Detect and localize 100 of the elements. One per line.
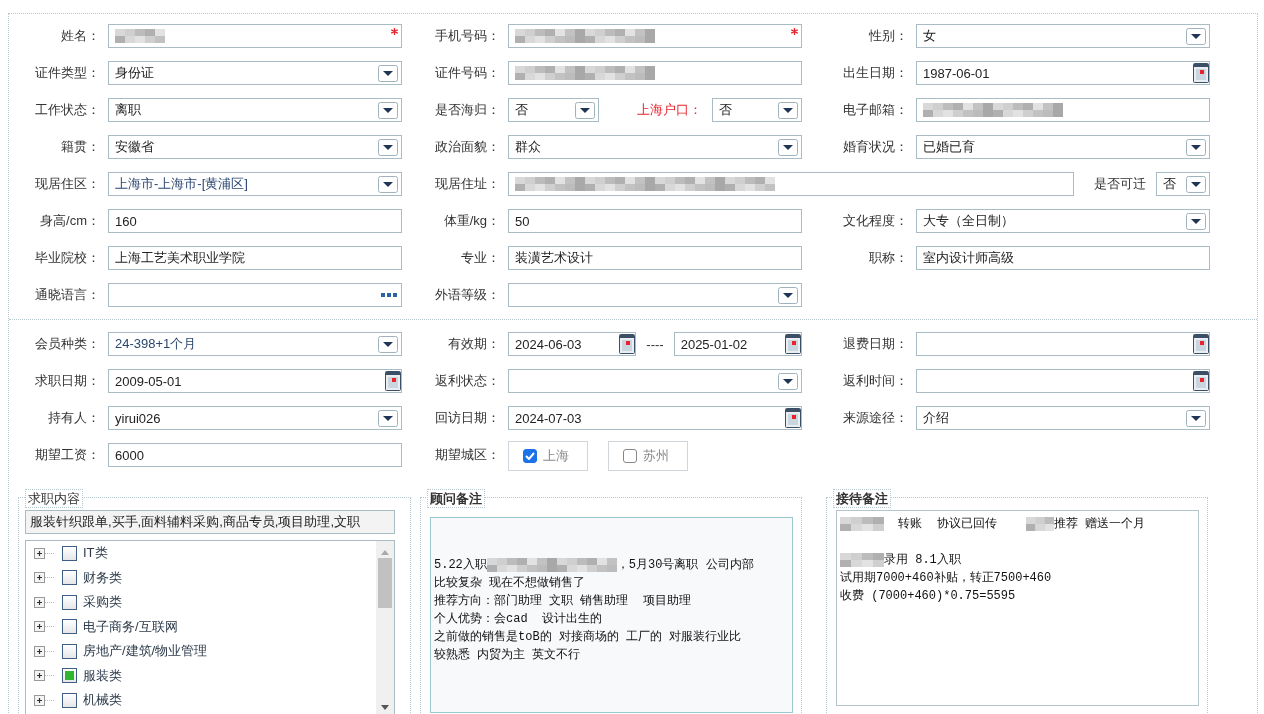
select-field[interactable]: [508, 369, 802, 393]
select-field[interactable]: 群众: [508, 135, 802, 159]
notes-box[interactable]: 转账 协议已回传 推荐 赠送一个月 录用 8.1入职 试用期7000+460补贴，转正7500+460 收费 (7000+460)*0.75=5595: [836, 510, 1199, 706]
dropdown-icon[interactable]: [778, 286, 798, 304]
calendar-icon[interactable]: [619, 334, 636, 354]
expand-icon[interactable]: [34, 547, 56, 559]
expand-icon[interactable]: [34, 694, 56, 706]
checkbox[interactable]: [623, 449, 637, 463]
text-field[interactable]: 6000: [108, 443, 402, 467]
checkbox[interactable]: [62, 643, 77, 659]
text-field[interactable]: 服装针织跟单,买手,面料辅料采购,商品专员,项目助理,文职: [25, 510, 395, 534]
lookup-field[interactable]: [108, 283, 402, 307]
date-field[interactable]: 2024-07-03: [508, 406, 802, 430]
date-field[interactable]: [916, 369, 1210, 393]
calendar-icon[interactable]: [1193, 63, 1209, 83]
calendar-icon[interactable]: [785, 408, 801, 428]
checkbox[interactable]: [62, 668, 77, 684]
tree-item[interactable]: 机械类: [83, 691, 122, 710]
panel-title: 顾问备注: [427, 489, 485, 508]
select-field[interactable]: 上海市-上海市-[黄浦区]: [108, 172, 402, 196]
select-field[interactable]: 否: [1156, 172, 1210, 196]
field-label: 电子邮箱：: [843, 101, 909, 119]
text-field[interactable]: 室内设计师高级: [916, 246, 1210, 270]
select-field[interactable]: 否: [508, 98, 599, 122]
expand-icon[interactable]: [34, 621, 56, 633]
dropdown-icon[interactable]: [778, 101, 798, 119]
dropdown-icon[interactable]: [1186, 138, 1206, 156]
tree-item[interactable]: 电子商务/互联网: [83, 617, 178, 636]
dropdown-icon[interactable]: [1186, 409, 1206, 427]
dropdown-icon[interactable]: [378, 175, 398, 193]
text-field[interactable]: 50: [508, 209, 802, 233]
text-field[interactable]: [508, 172, 1074, 196]
select-field[interactable]: yirui026: [108, 406, 402, 430]
city-option[interactable]: 苏州: [608, 441, 688, 471]
field-label: 证件类型：: [35, 64, 101, 82]
text-field[interactable]: [508, 24, 802, 48]
range-separator: ----: [646, 336, 664, 352]
select-field[interactable]: 离职: [108, 98, 402, 122]
notes-box[interactable]: 5.22入职 ，5月30号离职 公司内部 比较复杂 现在不想做销售了 推荐方向：部门助理 文职 销售助理 项目助理 个人优势：会cad 设计出生的 之前做的销售是toB的 对接商场的 工厂的 对服装行业比 较熟悉 内贸为主 英文不行: [430, 517, 793, 713]
tree-item[interactable]: 房地产/建筑/物业管理: [83, 642, 208, 661]
date-field[interactable]: [916, 332, 1210, 356]
date-field[interactable]: 2025-01-02: [673, 332, 802, 356]
field-label: 姓名：: [61, 27, 101, 45]
field-label: 婚育状况：: [843, 138, 909, 156]
city-option[interactable]: 上海: [508, 441, 588, 471]
select-field[interactable]: [508, 283, 802, 307]
date-field[interactable]: 2009-05-01: [108, 369, 402, 393]
redacted-text: [840, 553, 884, 567]
expand-icon[interactable]: [34, 670, 56, 682]
checkbox[interactable]: [62, 570, 77, 586]
dropdown-icon[interactable]: [378, 409, 398, 427]
tree-item[interactable]: 财务类: [83, 568, 122, 587]
select-field[interactable]: 介绍: [916, 406, 1210, 430]
expand-icon[interactable]: [34, 645, 56, 657]
select-field[interactable]: 女: [916, 24, 1210, 48]
calendar-icon[interactable]: [785, 334, 801, 354]
date-field[interactable]: 2024-06-03: [508, 332, 637, 356]
select-field[interactable]: 大专（全日制）: [916, 209, 1210, 233]
more-icon[interactable]: [380, 292, 398, 298]
date-field[interactable]: 1987-06-01: [916, 61, 1210, 85]
select-field[interactable]: 安徽省: [108, 135, 402, 159]
checkbox[interactable]: [62, 594, 77, 610]
dropdown-icon[interactable]: [1186, 175, 1206, 193]
expand-icon[interactable]: [34, 596, 56, 608]
field-label: 求职日期：: [35, 372, 101, 390]
dropdown-icon[interactable]: [574, 101, 595, 119]
dropdown-icon[interactable]: [378, 138, 398, 156]
dropdown-icon[interactable]: [778, 138, 798, 156]
text-field[interactable]: 160: [108, 209, 402, 233]
dropdown-icon[interactable]: [1186, 212, 1206, 230]
field-label: 身高/cm：: [40, 212, 101, 230]
dropdown-icon[interactable]: [1186, 27, 1206, 45]
dropdown-icon[interactable]: [378, 101, 398, 119]
field-label: 工作状态：: [35, 101, 101, 119]
text-field[interactable]: [508, 61, 802, 85]
tree-item[interactable]: 服装类: [83, 666, 122, 685]
dropdown-icon[interactable]: [778, 372, 798, 390]
field-label: 返利状态：: [435, 372, 501, 390]
calendar-icon[interactable]: [1193, 334, 1209, 354]
select-field[interactable]: 否: [711, 98, 802, 122]
select-field[interactable]: 已婚已育: [916, 135, 1210, 159]
dropdown-icon[interactable]: [378, 64, 398, 82]
text-field[interactable]: [108, 24, 402, 48]
text-field[interactable]: [916, 98, 1210, 122]
select-field[interactable]: 24-398+1个月: [108, 332, 402, 356]
calendar-icon[interactable]: [385, 371, 401, 391]
dropdown-icon[interactable]: [378, 335, 398, 353]
checkbox[interactable]: [62, 619, 77, 635]
calendar-icon[interactable]: [1193, 371, 1209, 391]
expand-icon[interactable]: [34, 572, 56, 584]
field-label: 返利时间：: [843, 372, 909, 390]
field-label: 通晓语言：: [35, 286, 101, 304]
text-field[interactable]: 上海工艺美术职业学院: [108, 246, 402, 270]
checkbox[interactable]: [523, 449, 537, 463]
tree-item[interactable]: 采购类: [83, 593, 122, 612]
checkbox[interactable]: [62, 545, 77, 561]
checkbox[interactable]: [62, 692, 77, 708]
select-field[interactable]: 身份证: [108, 61, 402, 85]
text-field[interactable]: 装潢艺术设计: [508, 246, 802, 270]
tree-item[interactable]: IT类: [83, 544, 108, 563]
